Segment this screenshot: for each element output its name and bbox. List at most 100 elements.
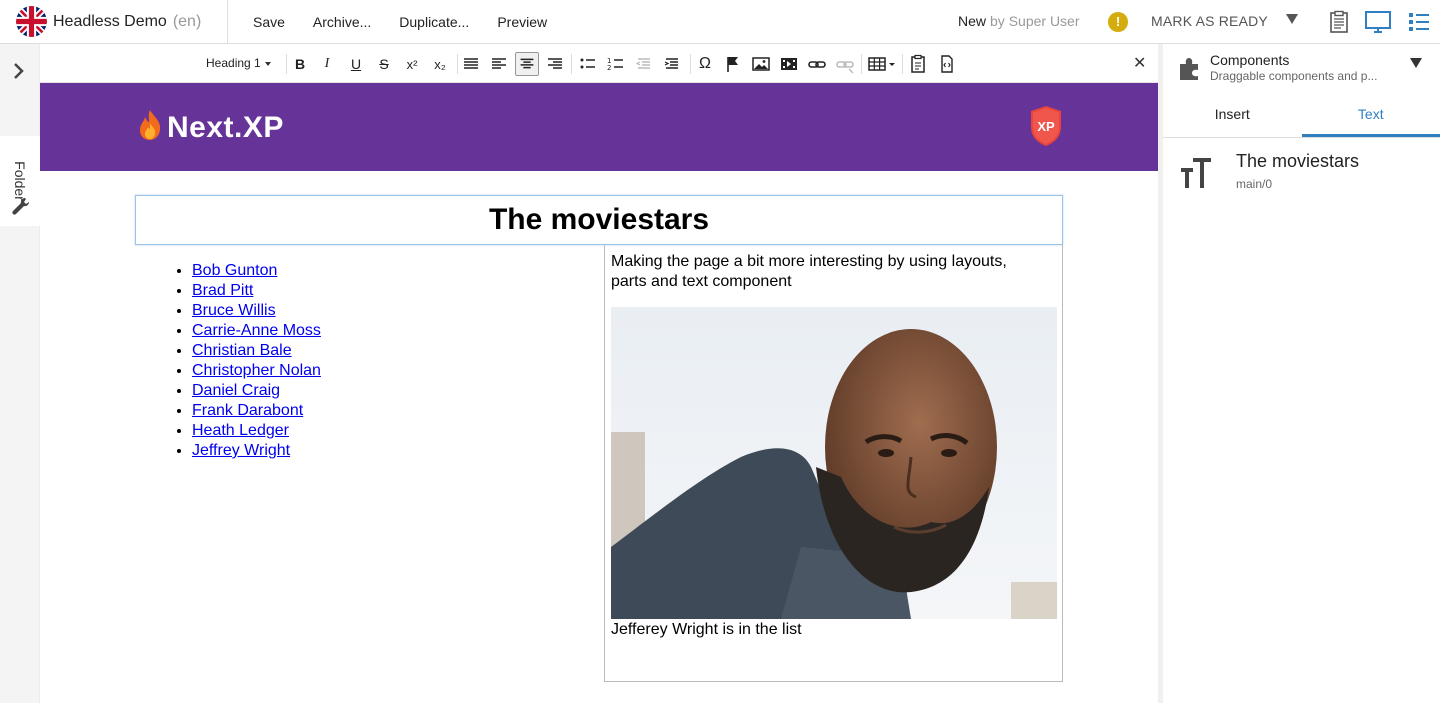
warning-icon[interactable]: ! [1108, 12, 1128, 32]
component-item-path: main/0 [1236, 177, 1273, 191]
toolbar-divider [457, 54, 458, 74]
intro-text: Making the page a bit more interesting b… [611, 253, 1007, 290]
format-select[interactable]: Heading 1 [206, 56, 271, 70]
action-bar: Save Archive... Duplicate... Preview [253, 0, 575, 44]
person-link[interactable]: Frank Darabont [192, 402, 303, 419]
list-item: Carrie-Anne Moss [192, 321, 321, 341]
components-panel: Components Draggable components and p...… [1158, 44, 1440, 703]
format-select-value: Heading 1 [206, 56, 261, 70]
desktop-preview-icon[interactable] [1365, 10, 1391, 34]
top-bar: Headless Demo (en) Save Archive... Dupli… [0, 0, 1440, 44]
panel-header[interactable]: Components Draggable components and p... [1163, 44, 1440, 94]
panel-subtitle: Draggable components and p... [1210, 69, 1378, 83]
movie-star-list: Bob Gunton Brad Pitt Bruce Willis Carrie… [192, 261, 321, 461]
text-editor-toolbar: Heading 1 B I U S x² x₂ 12 Ω ✕ [40, 44, 1158, 83]
toolbar-divider [690, 54, 691, 74]
image-icon[interactable] [749, 52, 773, 76]
preview-button[interactable]: Preview [497, 14, 547, 30]
link-icon[interactable] [805, 52, 829, 76]
person-link[interactable]: Brad Pitt [192, 282, 253, 299]
person-link[interactable]: Jeffrey Wright [192, 442, 290, 459]
duplicate-button[interactable]: Duplicate... [399, 14, 469, 30]
save-button[interactable]: Save [253, 14, 285, 30]
person-link[interactable]: Bruce Willis [192, 302, 276, 319]
outdent-icon[interactable] [632, 52, 656, 76]
panel-title: Components [1210, 52, 1290, 68]
xp-shield-logo[interactable]: XP [1030, 105, 1062, 147]
tab-text[interactable]: Text [1301, 94, 1440, 137]
toolbar-divider [571, 54, 572, 74]
list-item: Heath Ledger [192, 421, 321, 441]
bold-icon[interactable]: B [288, 52, 312, 76]
numbered-list-icon[interactable]: 12 [604, 52, 628, 76]
video-icon[interactable] [777, 52, 801, 76]
wrench-icon[interactable] [11, 196, 31, 216]
left-rail: Folder [0, 44, 40, 703]
site-header: Next.XP XP [40, 83, 1158, 171]
photo-caption: Jefferey Wright is in the list [611, 621, 802, 638]
brand-area[interactable]: Headless Demo (en) [0, 0, 228, 44]
site-logo[interactable]: Next.XP [137, 109, 284, 145]
superscript-icon[interactable]: x² [400, 52, 424, 76]
list-item: Jeffrey Wright [192, 441, 321, 461]
mark-as-ready-button[interactable]: MARK AS READY [1151, 13, 1268, 29]
list-item: Christian Bale [192, 341, 321, 361]
clipboard-icon[interactable] [1327, 10, 1351, 34]
toolbar-divider [286, 54, 287, 74]
chevron-down-icon[interactable] [1410, 58, 1422, 68]
archive-button[interactable]: Archive... [313, 14, 371, 30]
italic-icon[interactable]: I [315, 52, 339, 76]
text-size-icon [1181, 158, 1211, 188]
site-name: Headless Demo [53, 12, 167, 30]
special-char-icon[interactable]: Ω [693, 52, 717, 76]
list-item: Brad Pitt [192, 281, 321, 301]
language-label: (en) [172, 12, 202, 30]
align-left-icon[interactable] [487, 52, 511, 76]
bulleted-list-icon[interactable] [576, 52, 600, 76]
strikethrough-icon[interactable]: S [372, 52, 396, 76]
list-item: Bob Gunton [192, 261, 321, 281]
panel-tabs: Insert Text [1163, 94, 1440, 138]
chevron-right-icon[interactable] [12, 62, 26, 80]
text-component-selected[interactable]: The moviestars [135, 195, 1063, 245]
anchor-flag-icon[interactable] [721, 52, 745, 76]
person-link[interactable]: Carrie-Anne Moss [192, 322, 321, 339]
align-right-icon[interactable] [543, 52, 567, 76]
site-logo-text: Next.XP [167, 111, 284, 144]
align-center-icon[interactable] [515, 52, 539, 76]
toolbar-divider [902, 54, 903, 74]
person-part[interactable]: Making the page a bit more interesting b… [604, 245, 1063, 682]
page-title[interactable]: The moviestars [489, 203, 709, 237]
status-state: New [958, 13, 987, 29]
indent-icon[interactable] [660, 52, 684, 76]
puzzle-icon [1180, 58, 1198, 80]
page-content: The moviestars Bob Gunton Brad Pitt Bruc… [40, 171, 1158, 703]
list-item: Bruce Willis [192, 301, 321, 321]
person-link[interactable]: Bob Gunton [192, 262, 277, 279]
align-justify-icon[interactable] [459, 52, 483, 76]
component-item[interactable]: The moviestars main/0 [1163, 148, 1440, 198]
toolbar-divider [861, 54, 862, 74]
status-author: by Super User [990, 13, 1080, 29]
source-code-icon[interactable] [935, 52, 959, 76]
xp-badge-text: XP [1037, 119, 1055, 134]
person-link[interactable]: Daniel Craig [192, 382, 280, 399]
chevron-down-icon[interactable] [1286, 14, 1298, 24]
list-item: Christopher Nolan [192, 361, 321, 381]
person-link[interactable]: Heath Ledger [192, 422, 289, 439]
person-link[interactable]: Christopher Nolan [192, 362, 321, 379]
table-icon[interactable] [866, 52, 898, 76]
person-link[interactable]: Christian Bale [192, 342, 292, 359]
paste-icon[interactable] [906, 52, 930, 76]
close-icon[interactable]: ✕ [1133, 53, 1146, 73]
list-item: Frank Darabont [192, 401, 321, 421]
component-list-icon[interactable] [1407, 10, 1431, 34]
list-item: Daniel Craig [192, 381, 321, 401]
publish-status: New by Super User [958, 13, 1080, 29]
underline-icon[interactable]: U [344, 52, 368, 76]
uk-flag-icon [16, 6, 47, 37]
tab-insert[interactable]: Insert [1163, 94, 1302, 137]
subscript-icon[interactable]: x₂ [428, 52, 452, 76]
folder-label[interactable]: Folder [12, 161, 28, 201]
unlink-icon[interactable] [833, 52, 857, 76]
